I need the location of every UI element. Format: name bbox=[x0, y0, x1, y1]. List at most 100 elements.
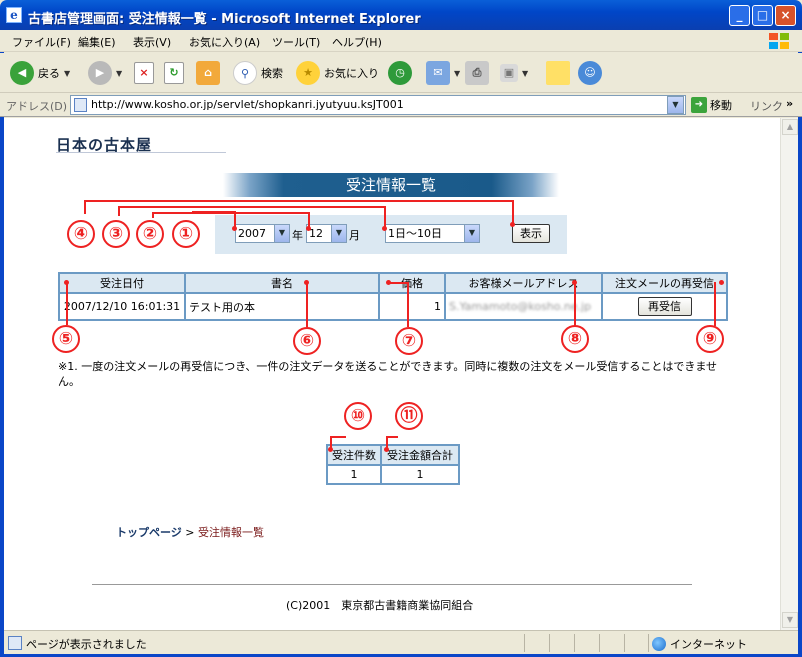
col-resend: 注文メールの再受信 bbox=[601, 272, 728, 294]
search-button[interactable]: ⚲ 検索 bbox=[233, 58, 283, 88]
cell-order-count: 1 bbox=[326, 464, 382, 485]
scroll-down-icon[interactable]: ▼ bbox=[782, 612, 798, 628]
annotation-1: ① bbox=[172, 220, 200, 248]
footer-divider bbox=[92, 584, 692, 585]
vertical-scrollbar[interactable]: ▲ ▼ bbox=[780, 118, 798, 630]
col-order-count: 受注件数 bbox=[326, 444, 382, 466]
minimize-button[interactable]: _ bbox=[729, 5, 750, 26]
window-title: 古書店管理画面: 受注情報一覧 - Microsoft Internet Exp… bbox=[28, 12, 421, 27]
page-content: 日本の古本屋 受注情報一覧 2007 ▼ 年 12 ▼ 月 1日〜10日 ▼ 表… bbox=[4, 118, 780, 630]
address-input[interactable]: http://www.kosho.or.jp/servlet/shopkanri… bbox=[70, 95, 686, 115]
table-row: 2007/12/10 16:01:31 テスト用の本 1 S.Yamamoto@… bbox=[58, 292, 728, 321]
cell-resend: 再受信 bbox=[601, 292, 728, 321]
back-label: 戻る bbox=[38, 67, 60, 80]
edit-icon: ▣ bbox=[500, 64, 518, 82]
address-dropdown-icon[interactable]: ▼ bbox=[667, 96, 684, 114]
annotation-dot bbox=[306, 226, 311, 231]
year-select[interactable]: 2007 ▼ bbox=[235, 224, 290, 243]
scroll-up-icon[interactable]: ▲ bbox=[782, 119, 798, 135]
discuss-button[interactable] bbox=[546, 58, 570, 88]
table-row: 1 1 bbox=[326, 464, 460, 485]
email-value: S.Yamamoto@kosho.ne.jp bbox=[449, 300, 592, 313]
refresh-icon: ↻ bbox=[164, 62, 184, 84]
menu-bar: ファイル(F) 編集(E) 表示(V) お気に入り(A) ツール(T) ヘルプ(… bbox=[0, 30, 802, 52]
back-button[interactable]: ◀ 戻る ▼ bbox=[10, 58, 70, 88]
mail-dropdown-icon[interactable]: ▼ bbox=[454, 69, 460, 78]
annotation-line bbox=[152, 212, 154, 218]
annotation-line bbox=[330, 436, 346, 438]
annotation-line bbox=[192, 211, 234, 213]
status-divider bbox=[524, 634, 525, 652]
breadcrumb-home-link[interactable]: トップページ bbox=[116, 526, 182, 539]
annotation-line bbox=[714, 282, 716, 326]
show-button[interactable]: 表示 bbox=[512, 224, 550, 243]
print-button[interactable]: ⎙ bbox=[465, 58, 489, 88]
annotation-dot bbox=[232, 226, 237, 231]
summary-table: 受注件数 受注金額合計 1 1 bbox=[326, 444, 460, 485]
messenger-icon: ☺ bbox=[578, 61, 602, 85]
maximize-button[interactable]: □ bbox=[752, 5, 773, 26]
page-icon bbox=[74, 98, 87, 112]
cell-date: 2007/12/10 16:01:31 bbox=[58, 292, 186, 321]
col-title: 書名 bbox=[184, 272, 380, 294]
annotation-3: ③ bbox=[102, 220, 130, 248]
edit-button[interactable]: ▣ ▼ bbox=[500, 58, 528, 88]
ie-page-icon: e bbox=[6, 7, 22, 23]
menu-tools[interactable]: ツール(T) bbox=[272, 34, 320, 50]
page-heading: 受注情報一覧 bbox=[223, 173, 559, 197]
search-label: 検索 bbox=[261, 67, 283, 80]
menu-edit[interactable]: 編集(E) bbox=[78, 34, 116, 50]
favorites-button[interactable]: ★ お気に入り bbox=[296, 58, 379, 88]
menu-file[interactable]: ファイル(F) bbox=[12, 34, 71, 50]
annotation-line bbox=[386, 436, 398, 438]
orders-table: 受注日付 書名 価格 お客様メールアドレス 注文メールの再受信 2007/12/… bbox=[58, 272, 728, 321]
col-date: 受注日付 bbox=[58, 272, 186, 294]
annotation-line bbox=[574, 282, 576, 326]
annotation-line bbox=[118, 206, 384, 208]
mail-button[interactable]: ✉ ▼ bbox=[426, 58, 460, 88]
period-select[interactable]: 1日〜10日 ▼ bbox=[385, 224, 480, 243]
annotation-dot bbox=[382, 226, 387, 231]
annotation-5: ⑤ bbox=[52, 325, 80, 353]
globe-icon bbox=[652, 637, 666, 651]
resend-button[interactable]: 再受信 bbox=[637, 297, 692, 316]
edit-dropdown-icon[interactable]: ▼ bbox=[522, 69, 528, 78]
breadcrumb-current: 受注情報一覧 bbox=[198, 526, 264, 539]
mail-icon: ✉ bbox=[426, 61, 450, 85]
col-order-total: 受注金額合計 bbox=[380, 444, 460, 466]
annotation-6: ⑥ bbox=[293, 327, 321, 355]
forward-dropdown-icon[interactable]: ▼ bbox=[116, 69, 122, 78]
messenger-button[interactable]: ☺ bbox=[578, 58, 602, 88]
page-status-icon bbox=[8, 636, 22, 650]
cell-title: テスト用の本 bbox=[184, 292, 380, 321]
stop-button[interactable]: × bbox=[134, 58, 154, 88]
annotation-line bbox=[84, 200, 512, 202]
back-dropdown-icon[interactable]: ▼ bbox=[64, 69, 70, 78]
annotation-9: ⑨ bbox=[696, 325, 724, 353]
print-icon: ⎙ bbox=[465, 61, 489, 85]
month-unit: 月 bbox=[349, 229, 360, 242]
history-button[interactable]: ◷ bbox=[388, 58, 412, 88]
annotation-line bbox=[407, 282, 409, 327]
home-button[interactable]: ⌂ bbox=[196, 58, 220, 88]
go-button[interactable]: ➜ 移動 bbox=[691, 97, 732, 113]
links-button[interactable]: リンク bbox=[750, 98, 783, 114]
annotation-7: ⑦ bbox=[395, 327, 423, 355]
address-bar: アドレス(D) http://www.kosho.or.jp/servlet/s… bbox=[0, 93, 802, 117]
close-button[interactable]: × bbox=[775, 5, 796, 26]
chevron-down-icon: ▼ bbox=[464, 225, 479, 242]
menu-favorites[interactable]: お気に入り(A) bbox=[189, 34, 260, 50]
menu-view[interactable]: 表示(V) bbox=[133, 34, 171, 50]
note-icon bbox=[546, 61, 570, 85]
chevron-right-icon[interactable]: » bbox=[786, 97, 793, 110]
annotation-2: ② bbox=[136, 220, 164, 248]
menu-help[interactable]: ヘルプ(H) bbox=[332, 34, 382, 50]
status-divider bbox=[624, 634, 625, 652]
refresh-button[interactable]: ↻ bbox=[164, 58, 184, 88]
forward-button[interactable]: ▶ ▼ bbox=[88, 58, 122, 88]
summary-header-row: 受注件数 受注金額合計 bbox=[326, 444, 460, 466]
annotation-line bbox=[66, 282, 68, 325]
breadcrumb-separator: > bbox=[185, 526, 195, 539]
month-select[interactable]: 12 ▼ bbox=[306, 224, 347, 243]
favorites-label: お気に入り bbox=[324, 67, 379, 80]
